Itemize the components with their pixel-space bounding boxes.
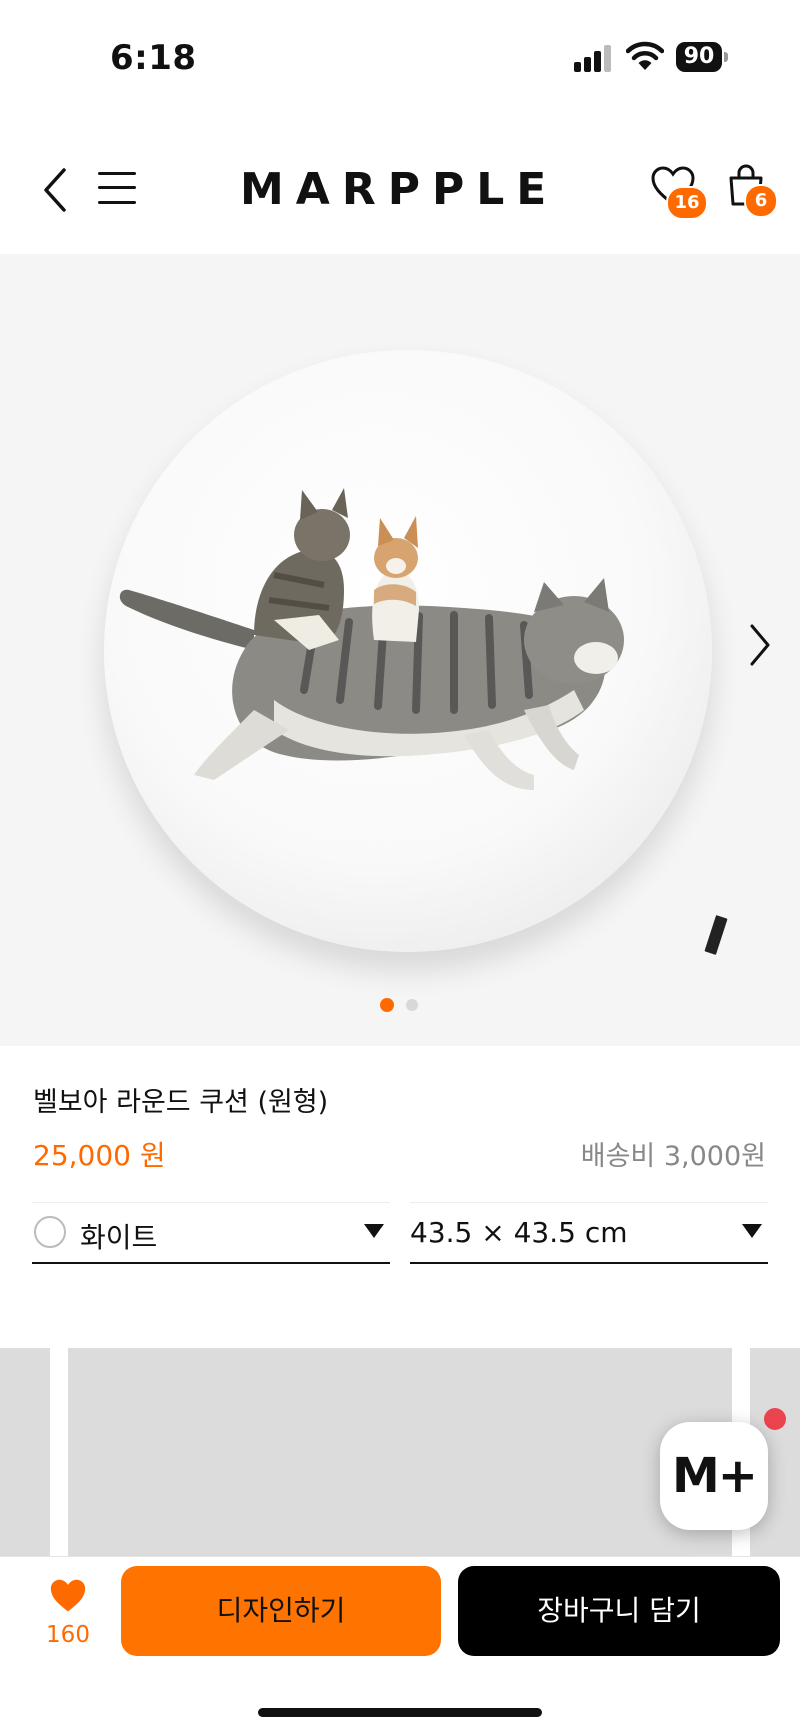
heart-filled-icon xyxy=(50,1579,86,1612)
add-to-cart-button[interactable]: 장바구니 담기 xyxy=(458,1566,780,1656)
product-price: 25,000 원 xyxy=(33,1139,166,1172)
next-image-button[interactable] xyxy=(744,620,774,670)
size-select[interactable]: 43.5 × 43.5 cm xyxy=(410,1202,768,1264)
battery-icon: 90 xyxy=(676,42,728,72)
menu-button[interactable] xyxy=(98,170,138,206)
home-indicator[interactable] xyxy=(258,1708,542,1717)
status-time: 6:18 xyxy=(110,38,197,78)
back-button[interactable] xyxy=(36,164,76,216)
design-button[interactable]: 디자인하기 xyxy=(121,1566,441,1656)
product-image xyxy=(104,350,728,955)
cart-count-badge: 6 xyxy=(744,184,778,218)
cellular-signal-icon xyxy=(574,44,614,72)
battery-level: 90 xyxy=(676,42,722,72)
shipping-fee: 배송비 3,000원 xyxy=(580,1141,766,1172)
product-image-carousel[interactable] xyxy=(0,254,800,1046)
wifi-icon xyxy=(625,40,665,72)
chevron-down-icon xyxy=(742,1224,762,1238)
mplus-floating-button[interactable]: M+ xyxy=(660,1422,768,1530)
cat-photo-print xyxy=(119,488,624,790)
like-button[interactable]: 160 xyxy=(36,1578,100,1650)
detail-image xyxy=(68,1348,732,1558)
color-swatch xyxy=(34,1216,66,1248)
wishlist-count-badge: 16 xyxy=(666,186,708,220)
detail-image xyxy=(0,1348,50,1558)
size-select-value: 43.5 × 43.5 cm xyxy=(410,1216,628,1249)
product-title: 벨보아 라운드 쿠션 (원형) xyxy=(33,1087,329,1118)
like-count: 160 xyxy=(46,1622,90,1648)
cart-button[interactable]: 6 xyxy=(726,164,780,218)
wishlist-button[interactable]: 16 xyxy=(650,166,708,220)
carousel-dot-active[interactable] xyxy=(380,998,394,1012)
notification-dot xyxy=(764,1408,786,1430)
carousel-dot[interactable] xyxy=(406,999,418,1011)
color-select[interactable]: 화이트 xyxy=(32,1202,390,1264)
color-select-value: 화이트 xyxy=(80,1221,158,1254)
marpple-logo[interactable]: MARPPLE xyxy=(240,166,560,214)
chevron-down-icon xyxy=(364,1224,384,1238)
